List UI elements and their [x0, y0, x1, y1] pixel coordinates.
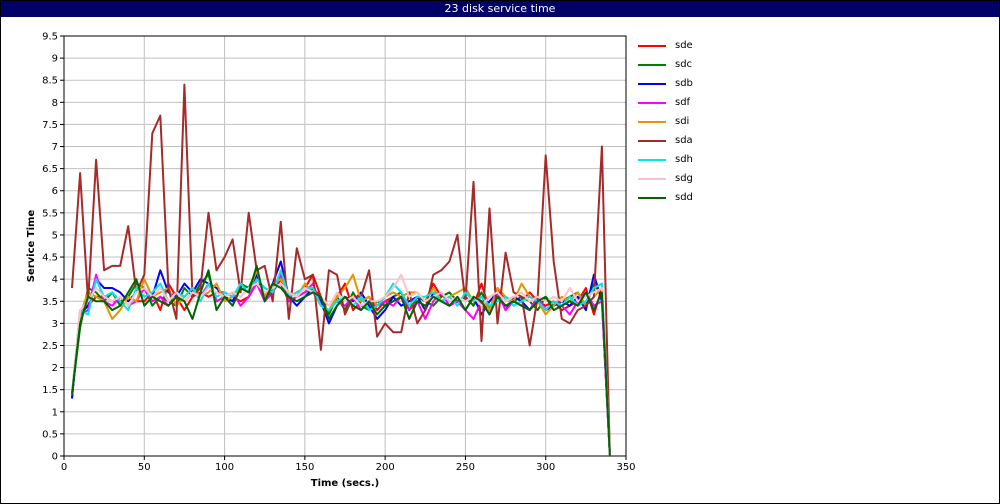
legend-swatch: [638, 139, 666, 142]
legend-swatch: [638, 101, 666, 104]
legend: sde sdc sdb sdf sdi sda sdh sdg sdd: [638, 36, 758, 207]
legend-item-sda: sda: [638, 131, 758, 150]
legend-swatch: [638, 63, 666, 66]
legend-label: sdc: [675, 59, 693, 70]
y-tick-label: 4.5: [42, 253, 58, 264]
y-tick-label: 5.5: [42, 208, 58, 219]
legend-item-sde: sde: [638, 36, 758, 55]
y-tick-label: 9: [52, 54, 58, 65]
grid: [63, 35, 627, 457]
legend-item-sdh: sdh: [638, 150, 758, 169]
series-lines: [71, 83, 611, 457]
y-tick-label: 8.5: [42, 76, 58, 87]
x-axis: 0 50 100 150 200 250 300 350: [61, 456, 636, 473]
y-axis: 0 0.5 1 1.5 2 2.5 3 3.5 4 4.5 5 5.5 6 6.5 7 7.5 8 8.5 9 9.5: [42, 32, 64, 463]
y-tick-label: 7.5: [42, 120, 58, 131]
x-tick-label: 0: [61, 462, 67, 473]
legend-item-sdf: sdf: [638, 93, 758, 112]
legend-item-sdb: sdb: [638, 74, 758, 93]
legend-label: sdd: [675, 192, 693, 203]
legend-swatch: [638, 158, 666, 161]
legend-swatch: [638, 44, 666, 47]
y-tick-label: 3.5: [42, 297, 58, 308]
legend-label: sdh: [675, 154, 693, 165]
chart-canvas: 0 0.5 1 1.5 2 2.5 3 3.5 4 4.5 5 5.5 6 6.5 7 7.5 8 8.5 9 9.5…: [26, 32, 636, 490]
y-tick-label: 1: [52, 407, 58, 418]
y-tick-label: 5: [52, 230, 58, 241]
x-tick-label: 350: [616, 462, 635, 473]
plot-area: [63, 35, 627, 457]
y-tick-label: 3: [52, 319, 58, 330]
legend-label: sdb: [675, 78, 693, 89]
x-tick-label: 300: [536, 462, 555, 473]
x-tick-label: 150: [295, 462, 314, 473]
x-tick-label: 100: [215, 462, 234, 473]
legend-item-sdc: sdc: [638, 55, 758, 74]
legend-swatch: [638, 177, 666, 180]
y-tick-label: 4: [52, 275, 58, 286]
y-tick-label: 6.5: [42, 164, 58, 175]
series-line-sda: [71, 83, 611, 457]
legend-swatch: [638, 196, 666, 199]
legend-item-sdd: sdd: [638, 188, 758, 207]
legend-item-sdg: sdg: [638, 169, 758, 188]
y-axis-label: Service Time: [26, 210, 37, 283]
y-tick-label: 8: [52, 98, 58, 109]
y-tick-label: 7: [52, 142, 58, 153]
y-tick-label: 6: [52, 186, 58, 197]
y-tick-label: 1.5: [42, 385, 58, 396]
legend-item-sdi: sdi: [638, 112, 758, 131]
y-tick-label: 0: [52, 452, 58, 463]
x-tick-label: 250: [456, 462, 475, 473]
x-tick-label: 50: [138, 462, 151, 473]
y-tick-label: 2.5: [42, 341, 58, 352]
x-axis-label: Time (secs.): [311, 478, 380, 489]
legend-label: sdg: [675, 173, 693, 184]
legend-swatch: [638, 82, 666, 85]
legend-label: sdf: [675, 97, 691, 108]
y-tick-label: 9.5: [42, 32, 58, 43]
x-tick-label: 200: [376, 462, 395, 473]
legend-swatch: [638, 120, 666, 123]
y-tick-label: 2: [52, 363, 58, 374]
y-tick-label: 0.5: [42, 429, 58, 440]
legend-label: sdi: [675, 116, 690, 127]
legend-label: sda: [675, 135, 693, 146]
legend-label: sde: [675, 40, 693, 51]
